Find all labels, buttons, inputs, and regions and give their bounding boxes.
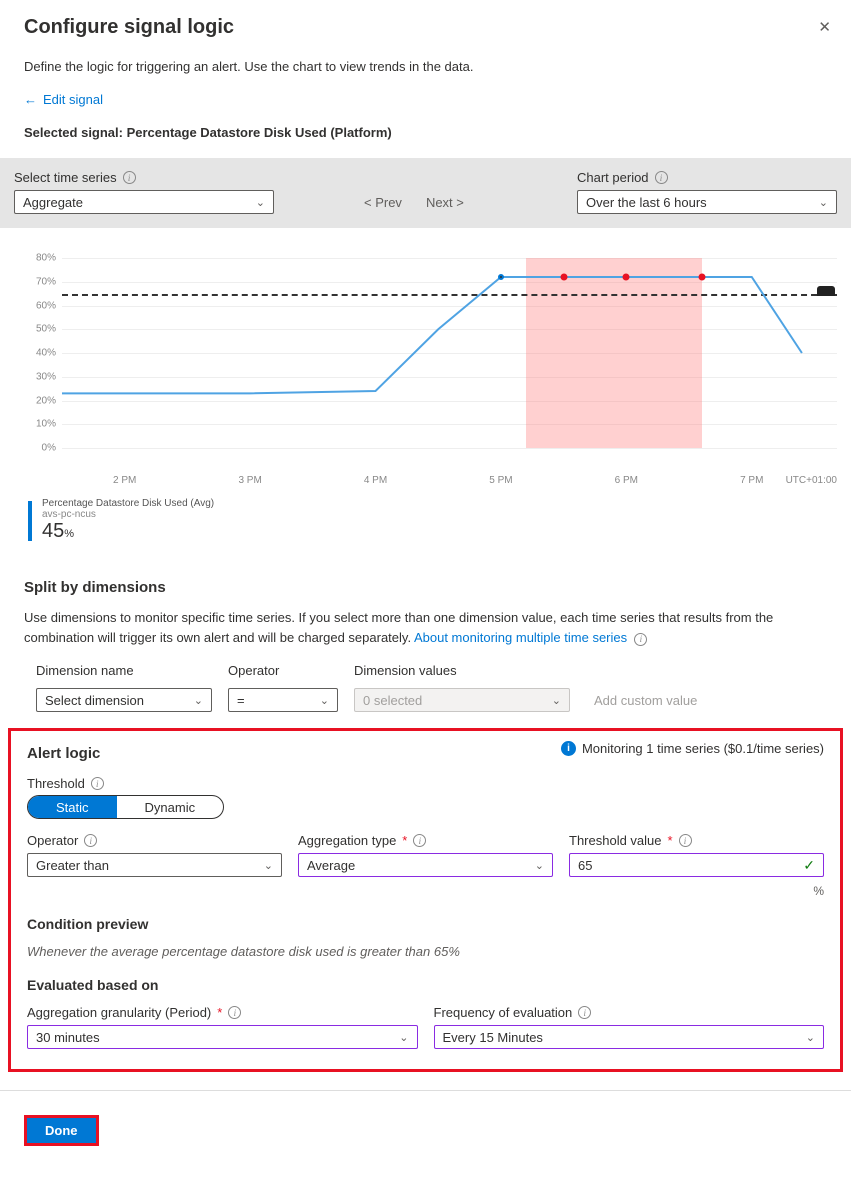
info-icon[interactable]: i	[679, 834, 692, 847]
info-icon[interactable]: i	[634, 633, 647, 646]
close-icon[interactable]: ✕	[818, 18, 831, 36]
dimension-operator-select[interactable]: = ⌄	[228, 688, 338, 712]
frequency-label: Frequency of evaluation	[434, 1005, 573, 1020]
threshold-static-option[interactable]: Static	[28, 796, 117, 818]
chevron-down-icon: ⌄	[264, 859, 273, 872]
threshold-toggle: Static Dynamic	[27, 795, 224, 819]
evaluated-based-on-heading: Evaluated based on	[27, 977, 824, 993]
legend-value: 45%	[42, 520, 214, 543]
about-monitoring-link[interactable]: About monitoring multiple time series	[414, 630, 627, 645]
condition-preview-heading: Condition preview	[27, 916, 824, 932]
alert-logic-section: i Monitoring 1 time series ($0.1/time se…	[8, 728, 843, 1072]
operator-select[interactable]: Greater than ⌄	[27, 853, 282, 877]
threshold-value-label: Threshold value	[569, 833, 662, 848]
chevron-down-icon: ⌄	[535, 859, 544, 872]
selected-signal-label: Selected signal: Percentage Datastore Di…	[24, 125, 827, 140]
time-series-label: Select time series	[14, 170, 117, 185]
info-icon[interactable]: i	[413, 834, 426, 847]
next-link[interactable]: Next >	[426, 195, 464, 210]
info-icon[interactable]: i	[655, 171, 668, 184]
dim-header-values: Dimension values	[354, 663, 570, 678]
chevron-down-icon: ⌄	[806, 1031, 815, 1044]
dim-header-name: Dimension name	[36, 663, 212, 678]
info-icon: i	[561, 741, 576, 756]
done-button[interactable]: Done	[24, 1115, 99, 1146]
threshold-label: Threshold	[27, 776, 85, 791]
split-dimensions-desc: Use dimensions to monitor specific time …	[24, 608, 827, 647]
granularity-select[interactable]: 30 minutes ⌄	[27, 1025, 418, 1049]
operator-label: Operator	[27, 833, 78, 848]
dimension-name-select[interactable]: Select dimension ⌄	[36, 688, 212, 712]
info-icon[interactable]: i	[123, 171, 136, 184]
granularity-label: Aggregation granularity (Period)	[27, 1005, 211, 1020]
page-title: Configure signal logic	[24, 16, 827, 39]
threshold-dynamic-option[interactable]: Dynamic	[117, 796, 224, 818]
page-subtitle: Define the logic for triggering an alert…	[24, 59, 827, 74]
chart-period-select[interactable]: Over the last 6 hours ⌄	[577, 190, 837, 214]
legend-title: Percentage Datastore Disk Used (Avg)	[42, 498, 214, 509]
legend-resource: avs-pc-ncus	[42, 509, 214, 520]
edit-signal-link[interactable]: ← Edit signal	[24, 92, 103, 107]
chevron-down-icon: ⌄	[256, 196, 265, 209]
info-icon[interactable]: i	[578, 1006, 591, 1019]
chevron-down-icon: ⌄	[194, 694, 203, 707]
info-icon[interactable]: i	[84, 834, 97, 847]
legend-color-bar	[28, 501, 32, 541]
arrow-left-icon: ←	[24, 92, 37, 107]
chart-period-label: Chart period	[577, 170, 649, 185]
dimension-values-select[interactable]: 0 selected ⌄	[354, 688, 570, 712]
aggregation-type-select[interactable]: Average ⌄	[298, 853, 553, 877]
chevron-down-icon: ⌄	[320, 694, 329, 707]
condition-preview-text: Whenever the average percentage datastor…	[27, 944, 824, 959]
split-dimensions-heading: Split by dimensions	[24, 579, 827, 596]
chart-controls-bar: Select time series i Aggregate ⌄ < Prev …	[0, 158, 851, 228]
threshold-unit: %	[569, 884, 824, 898]
prev-link[interactable]: < Prev	[364, 195, 402, 210]
dim-header-operator: Operator	[228, 663, 338, 678]
chevron-down-icon: ⌄	[819, 196, 828, 209]
time-series-select[interactable]: Aggregate ⌄	[14, 190, 274, 214]
monitoring-note: i Monitoring 1 time series ($0.1/time se…	[561, 741, 824, 756]
check-icon: ✓	[803, 857, 815, 874]
threshold-value-input[interactable]: 65 ✓	[569, 853, 824, 877]
info-icon[interactable]: i	[228, 1006, 241, 1019]
info-icon[interactable]: i	[91, 777, 104, 790]
aggregation-type-label: Aggregation type	[298, 833, 396, 848]
chart-legend: Percentage Datastore Disk Used (Avg) avs…	[28, 498, 837, 543]
frequency-select[interactable]: Every 15 Minutes ⌄	[434, 1025, 825, 1049]
metric-chart: 0%10%20%30%40%50%60%70%80%2 PM3 PM4 PM5 …	[34, 258, 837, 468]
add-custom-value[interactable]: Add custom value	[586, 693, 697, 708]
chevron-down-icon: ⌄	[552, 694, 561, 707]
chevron-down-icon: ⌄	[399, 1031, 408, 1044]
